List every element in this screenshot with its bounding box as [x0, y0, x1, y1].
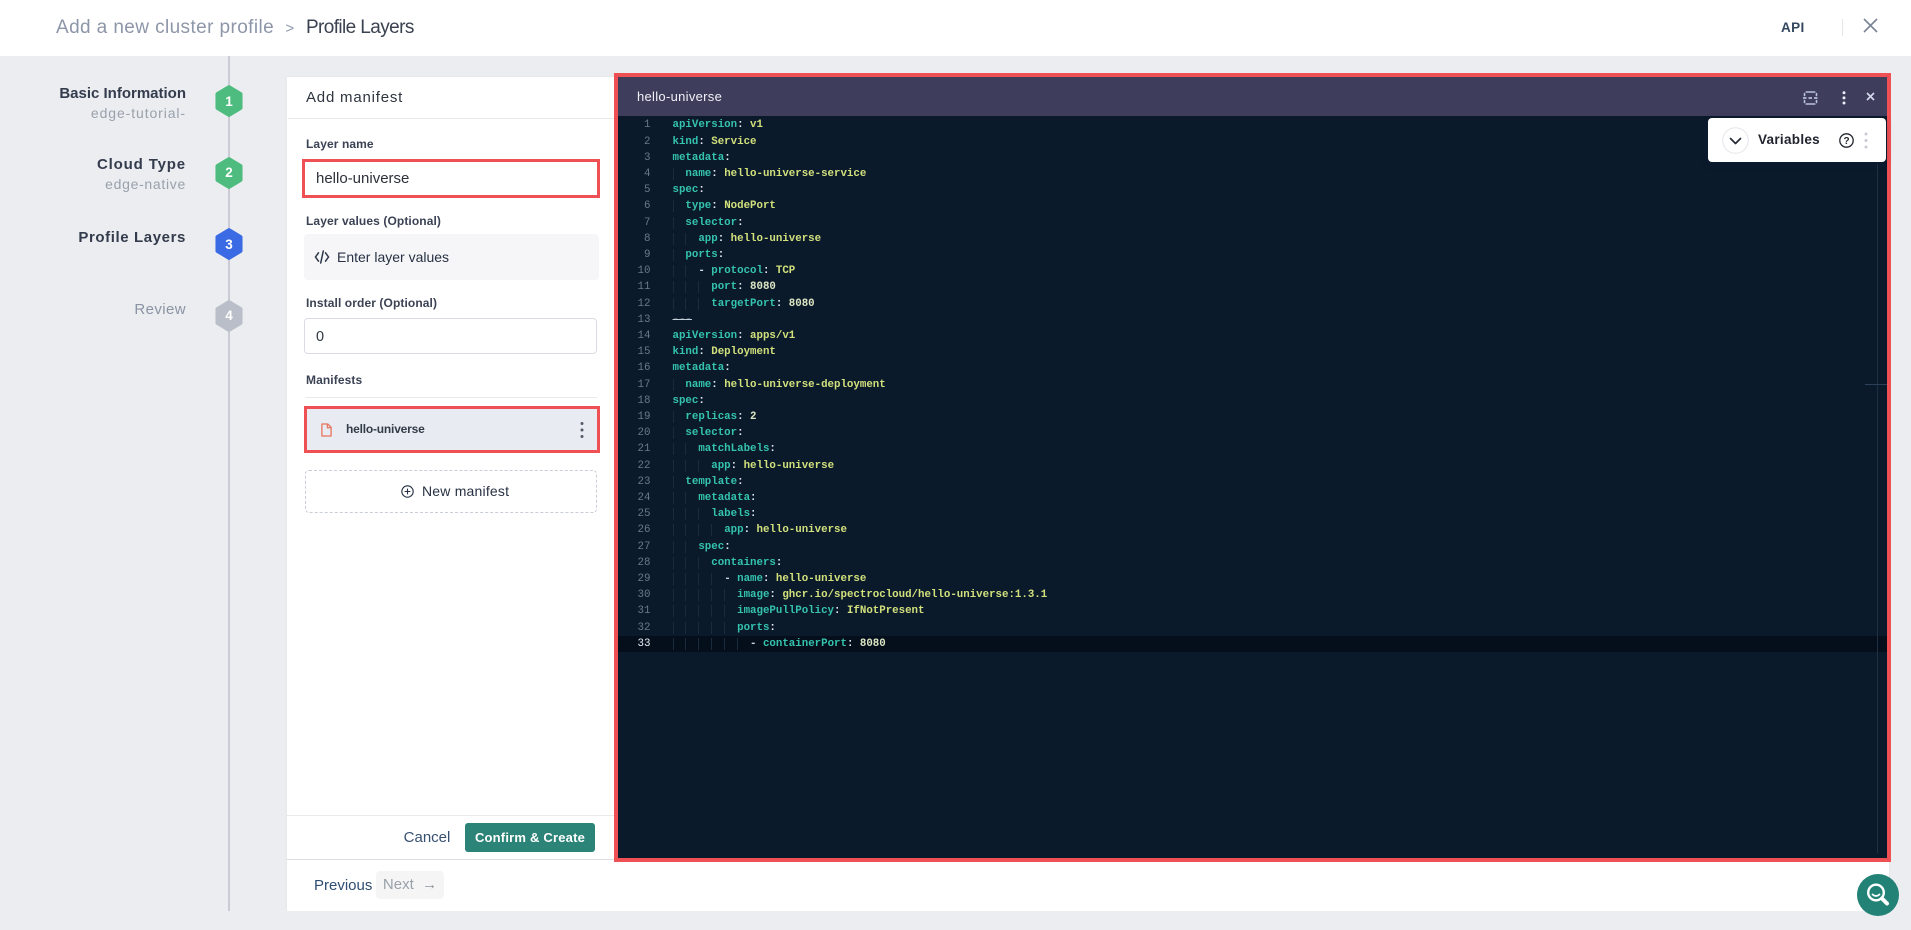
svg-text:?: ?: [1843, 136, 1849, 147]
